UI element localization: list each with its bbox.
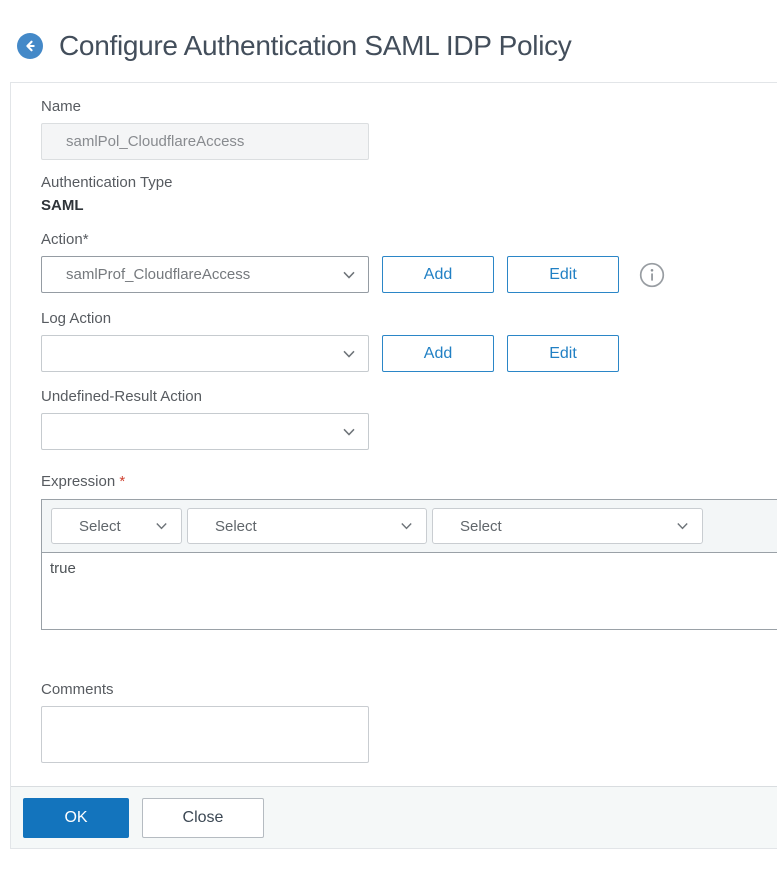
field-log-action: Log Action Add Edit: [41, 310, 769, 372]
undefined-result-action-label: Undefined-Result Action: [41, 388, 202, 405]
action-select-value: samlProf_CloudflareAccess: [66, 266, 251, 283]
back-button[interactable]: [17, 33, 43, 59]
comments-textarea[interactable]: [41, 706, 369, 763]
chevron-down-icon: [343, 428, 355, 436]
expression-label: Expression *: [41, 473, 126, 490]
undefined-result-action-select[interactable]: [41, 413, 369, 450]
chevron-down-icon: [401, 522, 412, 530]
chevron-down-icon: [156, 522, 167, 530]
ok-button[interactable]: OK: [23, 798, 129, 838]
action-select[interactable]: samlProf_CloudflareAccess: [41, 256, 369, 293]
chevron-down-icon: [343, 271, 355, 279]
expression-select-1[interactable]: Select: [51, 508, 182, 544]
log-action-label: Log Action: [41, 310, 112, 327]
required-asterisk: *: [119, 473, 126, 490]
log-action-edit-button[interactable]: Edit: [507, 335, 619, 372]
expression-toolbar: Select Select Select: [42, 500, 777, 553]
field-authentication-type: Authentication Type SAML: [41, 174, 769, 214]
expression-textarea[interactable]: true: [42, 553, 777, 629]
page-header: Configure Authentication SAML IDP Policy: [17, 30, 777, 62]
comments-label: Comments: [41, 681, 114, 698]
log-action-select[interactable]: [41, 335, 369, 372]
field-expression: Expression * Select Select Select true: [41, 473, 777, 630]
expression-select-3-value: Select: [460, 517, 502, 535]
form-footer: OK Close: [11, 786, 777, 848]
name-input[interactable]: [41, 123, 369, 160]
name-label: Name: [41, 98, 82, 115]
form-body: Name Authentication Type SAML Action* sa…: [11, 83, 777, 786]
expression-select-2-value: Select: [215, 517, 257, 535]
action-edit-button[interactable]: Edit: [507, 256, 619, 293]
authentication-type-value: SAML: [41, 197, 84, 214]
info-icon: [639, 262, 665, 287]
action-add-button[interactable]: Add: [382, 256, 494, 293]
expression-select-3[interactable]: Select: [432, 508, 703, 544]
field-undefined-result-action: Undefined-Result Action: [41, 388, 769, 450]
expression-select-2[interactable]: Select: [187, 508, 427, 544]
form-panel: Name Authentication Type SAML Action* sa…: [10, 82, 777, 849]
chevron-down-icon: [677, 522, 688, 530]
action-label: Action*: [41, 231, 89, 248]
expression-select-1-value: Select: [79, 517, 121, 535]
expression-editor: Select Select Select true: [41, 499, 777, 630]
authentication-type-label: Authentication Type: [41, 174, 173, 191]
field-comments: Comments: [41, 681, 769, 763]
back-arrow-icon: [26, 40, 35, 52]
log-action-add-button[interactable]: Add: [382, 335, 494, 372]
close-button[interactable]: Close: [142, 798, 264, 838]
field-action: Action* samlProf_CloudflareAccess Add Ed…: [41, 231, 769, 293]
page-title: Configure Authentication SAML IDP Policy: [59, 30, 572, 61]
action-info-button[interactable]: [639, 262, 665, 288]
field-name: Name: [41, 98, 769, 160]
chevron-down-icon: [343, 350, 355, 358]
